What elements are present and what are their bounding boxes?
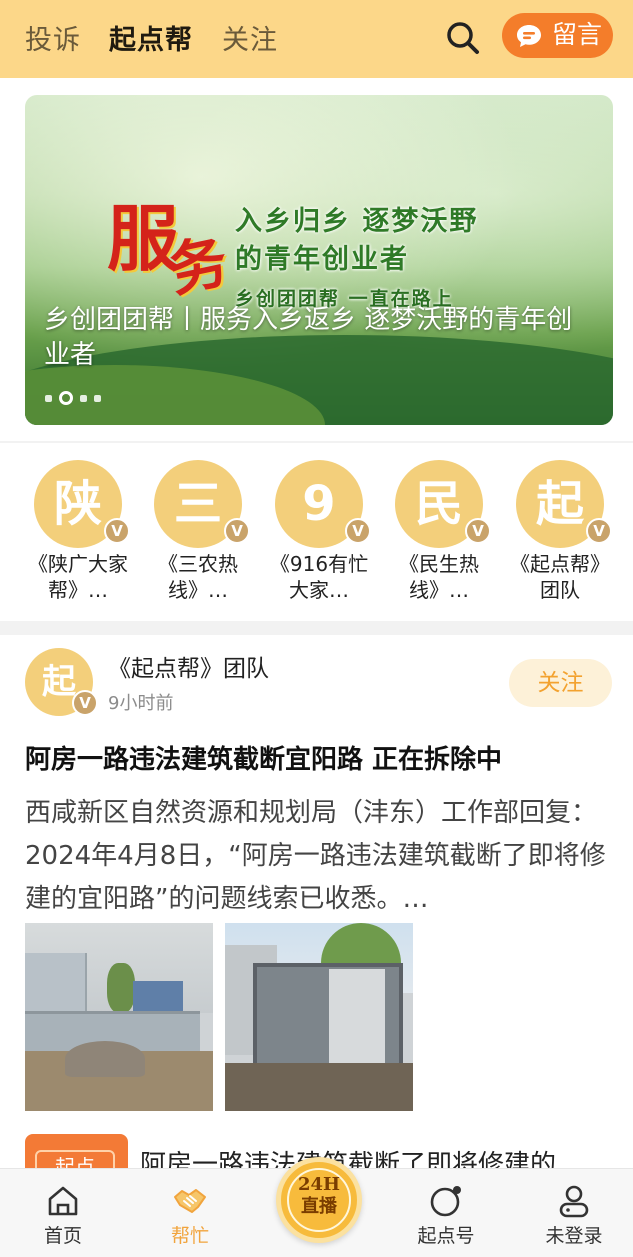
post-body[interactable]: 西咸新区自然资源和规划局（沣东）工作部回复：2024年4月8日，“阿房一路违法建… xyxy=(25,792,615,921)
account-name: 《起点帮》团队 xyxy=(510,552,610,602)
live-24h-button[interactable]: 24H 直播 xyxy=(276,1157,362,1243)
follow-button[interactable]: 关注 xyxy=(509,659,612,707)
live-button-line1: 24H xyxy=(297,1174,341,1195)
nav-item-login[interactable]: 未登录 xyxy=(519,1169,629,1257)
nav-label: 未登录 xyxy=(545,1225,603,1247)
chat-bubble-icon xyxy=(517,25,541,47)
carousel-dot[interactable] xyxy=(80,394,87,402)
post-title[interactable]: 阿房一路违法建筑截断宜阳路 正在拆除中 xyxy=(25,741,615,779)
carousel-dot[interactable] xyxy=(94,394,101,402)
live-button-line2: 直播 xyxy=(301,1196,337,1217)
photo-panel xyxy=(329,969,385,1069)
banner-carousel[interactable]: 服 务 入乡归乡 逐梦沃野 的青年创业者 乡创团团帮 一直在路上 乡创团团帮丨服… xyxy=(25,95,613,425)
tab-qidianbang[interactable]: 起点帮 xyxy=(109,22,193,60)
photo-tower xyxy=(133,981,183,1013)
carousel-dot-active[interactable] xyxy=(59,391,73,405)
verified-badge: V xyxy=(586,518,612,544)
verified-badge: V xyxy=(465,518,491,544)
carousel-dot[interactable] xyxy=(45,394,52,402)
verified-badge: V xyxy=(72,690,98,716)
carousel-indicator xyxy=(45,391,101,405)
tab-follow[interactable]: 关注 xyxy=(222,22,278,60)
banner-slogan: 入乡归乡 逐梦沃野 xyxy=(235,206,479,237)
section-divider xyxy=(0,621,633,635)
divider xyxy=(0,441,633,443)
account-name: 《916有忙大家… xyxy=(269,552,369,602)
photo-ground xyxy=(225,1063,413,1111)
nav-item-home[interactable]: 首页 xyxy=(8,1169,118,1257)
user-icon xyxy=(559,1185,589,1218)
circle-dot-icon xyxy=(430,1186,461,1217)
post-image[interactable] xyxy=(25,923,213,1111)
post-image[interactable] xyxy=(225,923,413,1111)
verified-badge: V xyxy=(224,518,250,544)
message-button-label: 留言 xyxy=(552,20,603,49)
nav-label: 起点号 xyxy=(417,1225,475,1247)
search-icon[interactable] xyxy=(443,18,483,58)
account-name: 《民生热线》… xyxy=(399,552,479,602)
account-name: 《陕广大家帮》… xyxy=(28,552,128,602)
account-name: 《三农热线》… xyxy=(158,552,238,602)
home-icon xyxy=(48,1186,78,1216)
post-timestamp: 9小时前 xyxy=(108,693,174,714)
banner-title[interactable]: 乡创团团帮丨服务入乡返乡 逐梦沃野的青年创业者 xyxy=(44,303,594,373)
banner-slogan: 的青年创业者 xyxy=(235,244,409,275)
post-author-name[interactable]: 《起点帮》团队 xyxy=(108,653,269,685)
verified-badge: V xyxy=(104,518,130,544)
photo-rubble xyxy=(65,1041,145,1077)
handshake-icon xyxy=(174,1189,206,1213)
nav-item-qidianhao[interactable]: 起点号 xyxy=(391,1169,501,1257)
nav-item-help[interactable]: 帮忙 xyxy=(135,1169,245,1257)
message-button[interactable]: 留言 xyxy=(502,13,613,58)
top-header: 投诉 起点帮 关注 留言 xyxy=(0,0,633,78)
post-author-avatar[interactable]: 起 V xyxy=(25,648,98,716)
post-author-avatar-char: 起 xyxy=(42,662,76,702)
nav-label: 首页 xyxy=(43,1225,82,1247)
photo-tree xyxy=(107,963,135,1013)
tab-complaint[interactable]: 投诉 xyxy=(25,22,81,60)
verified-badge: V xyxy=(345,518,371,544)
nav-label: 帮忙 xyxy=(170,1225,209,1247)
